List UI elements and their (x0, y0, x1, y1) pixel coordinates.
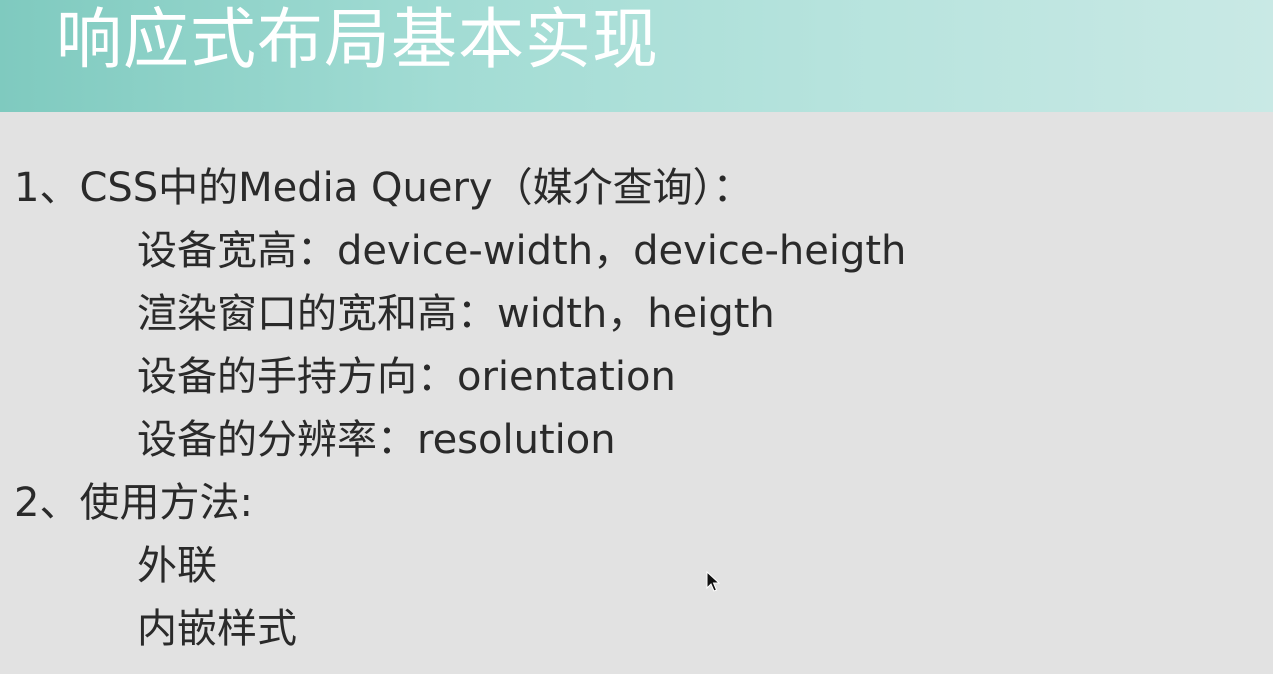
list-item-orientation: 设备的手持方向：orientation (137, 354, 676, 400)
slide-title: 响应式布局基本实现 (56, 1, 659, 78)
list-item-inline-style: 内嵌样式 (137, 606, 297, 652)
mouse-pointer-icon (706, 571, 720, 592)
title-bar: 响应式布局基本实现 (0, 0, 1273, 112)
list-heading-media-query: 1、CSS中的Media Query（媒介查询）： (14, 165, 753, 211)
list-item-external: 外联 (137, 543, 217, 589)
slide-content: 1、CSS中的Media Query（媒介查询）： 设备宽高：device-wi… (0, 112, 1273, 674)
list-item-viewport-size: 渲染窗口的宽和高：width，heigth (137, 291, 775, 337)
slide: 响应式布局基本实现 1、CSS中的Media Query（媒介查询）： 设备宽高… (0, 0, 1273, 674)
list-item-resolution: 设备的分辨率：resolution (137, 417, 616, 463)
list-heading-usage: 2、使用方法: (14, 480, 253, 526)
list-item-device-size: 设备宽高：device-width，device-heigth (137, 228, 907, 274)
